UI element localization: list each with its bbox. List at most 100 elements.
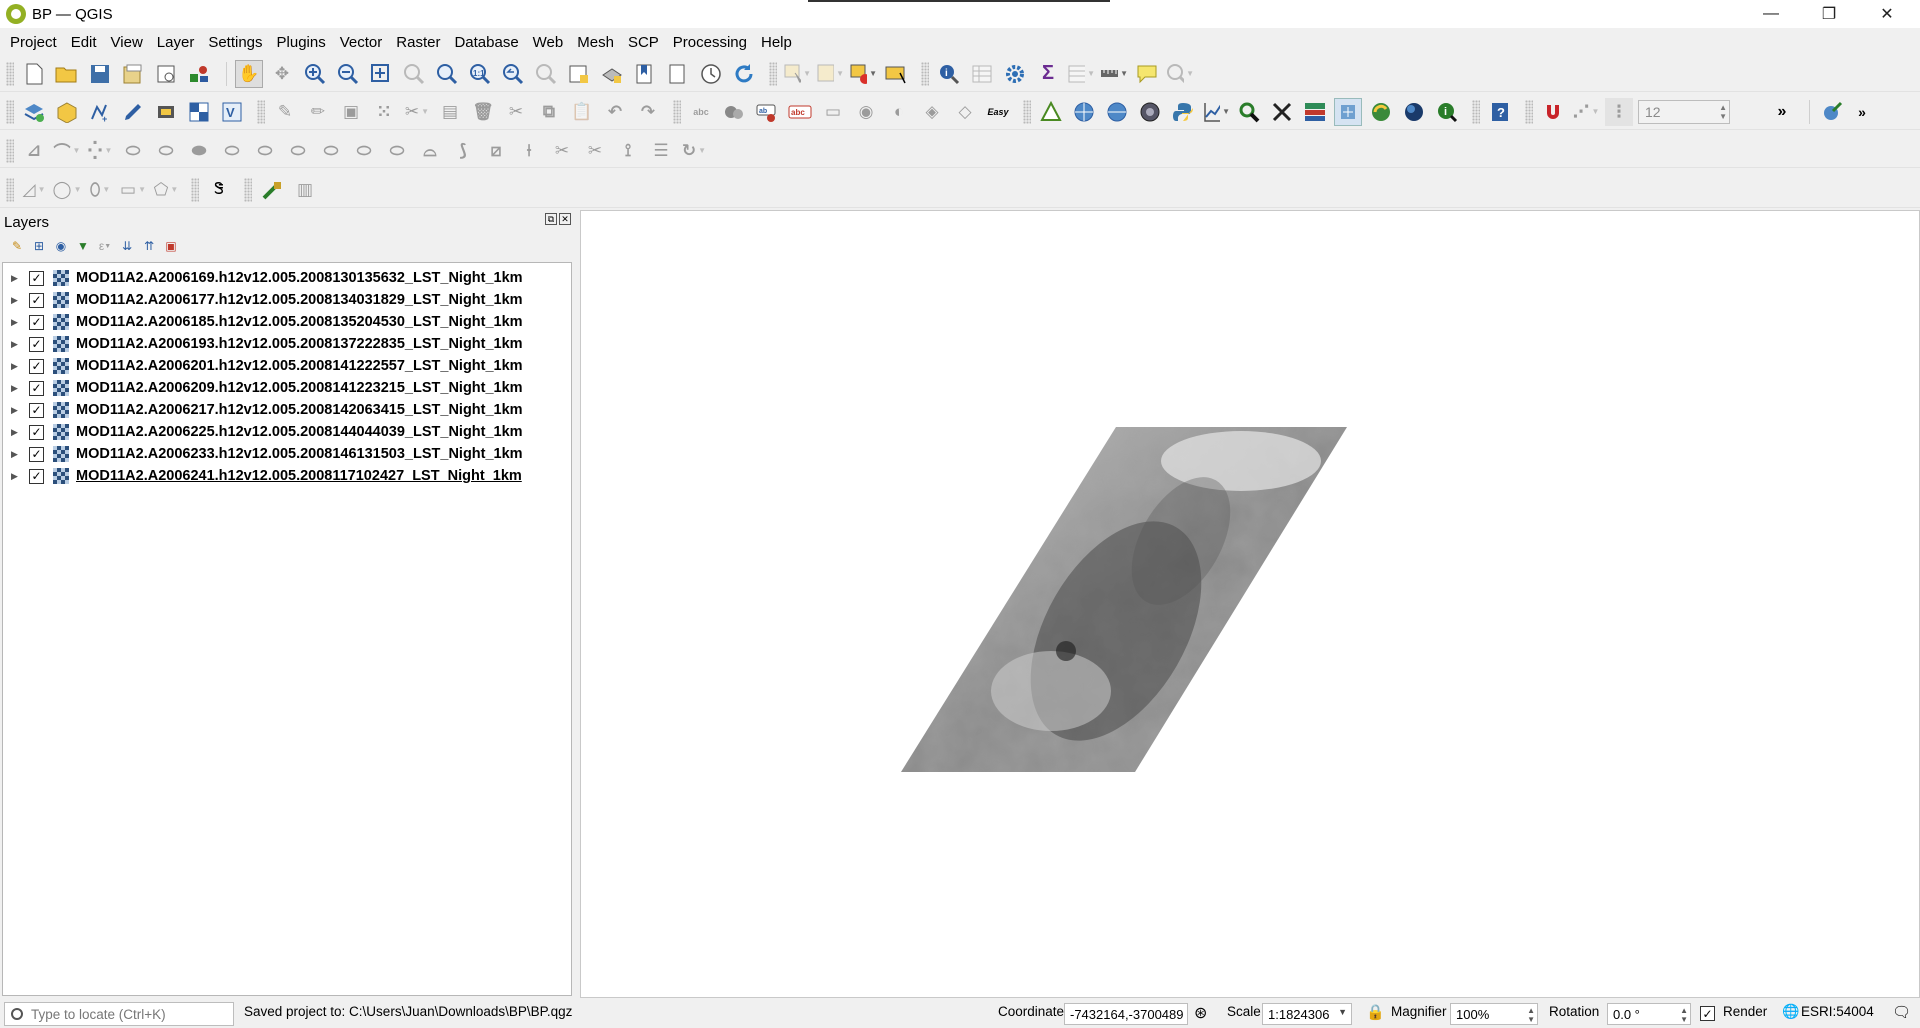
vertex-tool-icon[interactable]: ✂ ▼ [403, 98, 431, 126]
cut-features-icon[interactable]: ✂ [502, 98, 530, 126]
scp-settings-tools-icon[interactable] [258, 176, 286, 204]
simplify-feature-icon[interactable]: ⬭ [251, 137, 279, 165]
fill-ring-icon[interactable]: ⬭ [317, 137, 345, 165]
layer-visibility-checkbox[interactable]: ✓ [29, 468, 44, 484]
menu-raster[interactable]: Raster [389, 34, 447, 51]
rotate-label-icon[interactable]: ◐ [885, 98, 913, 126]
scp-tools-icon[interactable] [1268, 98, 1296, 126]
processing-toolbox-icon[interactable] [1001, 60, 1029, 88]
rotation-spinbox[interactable]: 0.0 ° ▲ ▼ [1607, 1003, 1691, 1025]
add-part-icon[interactable]: ⬭ [284, 137, 312, 165]
scale-feature-icon[interactable]: ⬭ [218, 137, 246, 165]
open-table-dropdown-icon[interactable]: ▼ [1067, 60, 1095, 88]
remove-layer-icon[interactable]: ▣ [162, 237, 180, 255]
merge-attributes-icon[interactable]: ✂ [581, 137, 609, 165]
label-toolbar-icon[interactable]: abc [687, 98, 715, 126]
zoom-last-icon[interactable] [499, 60, 527, 88]
scp-sync-icon[interactable] [1367, 98, 1395, 126]
expand-arrow-icon[interactable]: ▶ [11, 471, 23, 482]
scp-info-icon[interactable]: i [1433, 98, 1461, 126]
layer-visibility-checkbox[interactable]: ✓ [29, 402, 44, 418]
snapping-tolerance-spinbox[interactable]: 12 ▲ ▼ [1638, 99, 1730, 124]
add-feature-icon[interactable]: ⁙ [370, 98, 398, 126]
expand-all-icon[interactable]: ⇊ [118, 237, 136, 255]
scp-band-set-icon[interactable] [1301, 98, 1329, 126]
measure-line-icon[interactable]: ▼ [1100, 60, 1128, 88]
layer-row[interactable]: ▶ ✓ MOD11A2.A2006241.h12v12.005.2008117102… [3, 465, 569, 487]
help-icon[interactable]: ? [1486, 98, 1514, 126]
redo-icon[interactable]: ↷ [634, 98, 662, 126]
collapse-all-icon[interactable]: ⇈ [140, 237, 158, 255]
layer-row[interactable]: ▶ ✓ MOD11A2.A2006209.h12v12.005.2008141223… [3, 377, 569, 399]
text-cursor-tool-icon[interactable]: Ꮥ [205, 176, 233, 204]
scp-preview-icon[interactable] [1334, 97, 1362, 126]
manage-map-themes-icon[interactable]: ◉ [52, 237, 70, 255]
menu-scp[interactable]: SCP [621, 34, 666, 51]
modify-attributes-icon[interactable]: ▤ [436, 98, 464, 126]
deselect-features-icon[interactable]: ▼ [849, 60, 877, 88]
menu-processing[interactable]: Processing [666, 34, 754, 51]
zoom-to-selection-icon[interactable] [400, 60, 428, 88]
coordinate-field[interactable]: -7432164,-3700489 [1064, 1003, 1188, 1025]
locator-search-icon[interactable]: ▼ [1166, 60, 1194, 88]
layer-labeling-options-icon[interactable] [720, 98, 748, 126]
shape-digitize-icon[interactable]: ◿ ▼ [20, 176, 48, 204]
zoom-out-icon[interactable] [334, 60, 362, 88]
add-rectangle-icon[interactable]: ▭ ▼ [119, 176, 147, 204]
zoom-to-layer-icon[interactable] [433, 60, 461, 88]
layer-styling-brush-icon[interactable]: ✎ [8, 237, 26, 255]
delete-selected-icon[interactable]: 🗑 [469, 98, 497, 126]
minimize-button[interactable]: — [1742, 0, 1800, 28]
menu-mesh[interactable]: Mesh [570, 34, 621, 51]
new-map-view-icon[interactable] [565, 60, 593, 88]
layer-visibility-checkbox[interactable]: ✓ [29, 270, 44, 286]
merge-features-icon[interactable]: ✂ [548, 137, 576, 165]
split-features-icon[interactable]: ⧄ [482, 137, 510, 165]
menu-plugins[interactable]: Plugins [270, 34, 333, 51]
messages-icon[interactable]: 🗨 [1892, 1003, 1911, 1021]
rotate-symbols-icon[interactable]: ⟟ [614, 137, 642, 165]
reverse-line-icon[interactable]: ↻ ▼ [680, 137, 708, 165]
new-3d-view-icon[interactable] [598, 60, 626, 88]
select-by-value-icon[interactable]: ▼ [816, 60, 844, 88]
add-virtual-raster-icon[interactable]: V [218, 98, 246, 126]
change-label-icon[interactable]: ◈ [918, 98, 946, 126]
add-ellipse-icon[interactable]: ⬯ ▼ [86, 176, 114, 204]
attribute-table-icon[interactable] [968, 60, 996, 88]
menu-help[interactable]: Help [754, 34, 799, 51]
python-console-icon[interactable] [1169, 98, 1197, 126]
save-edits-icon[interactable]: ▣ [337, 98, 365, 126]
globe-icon[interactable] [1400, 98, 1428, 126]
expand-arrow-icon[interactable]: ▶ [11, 361, 23, 372]
maximize-button[interactable]: ❐ [1800, 0, 1858, 28]
lock-scale-icon[interactable]: 🔒 [1366, 1003, 1385, 1021]
map-tips-icon[interactable] [1133, 60, 1161, 88]
layer-row[interactable]: ▶ ✓ MOD11A2.A2006177.h12v12.005.2008134031… [3, 289, 569, 311]
expand-arrow-icon[interactable]: ▶ [11, 339, 23, 350]
layer-visibility-checkbox[interactable]: ✓ [29, 424, 44, 440]
menu-project[interactable]: Project [3, 34, 64, 51]
highlight-pinned-labels-icon[interactable]: abc [786, 98, 814, 126]
layer-visibility-checkbox[interactable]: ✓ [29, 314, 44, 330]
snapping-magnet-icon[interactable] [1539, 98, 1567, 126]
snapping-mode-icon[interactable]: ⋰ ▼ [1572, 98, 1600, 126]
locator-search-input[interactable]: Type to locate (Ctrl+K) [4, 1002, 234, 1026]
crs-label[interactable]: ESRI:54004 [1801, 1004, 1874, 1019]
add-ring-icon[interactable]: ⁛ ▼ [86, 137, 114, 165]
select-location-icon[interactable] [882, 60, 910, 88]
toolbar-overflow-chevron-2-icon[interactable]: » [1851, 98, 1873, 126]
identify-features-icon[interactable]: i [935, 60, 963, 88]
add-regular-polygon-icon[interactable]: ⬠ ▼ [152, 176, 180, 204]
layer-visibility-checkbox[interactable]: ✓ [29, 292, 44, 308]
new-bookmark-icon[interactable] [631, 60, 659, 88]
close-panel-icon[interactable]: ✕ [559, 213, 571, 225]
expand-arrow-icon[interactable]: ▶ [11, 427, 23, 438]
select-features-icon[interactable]: ▼ [783, 60, 811, 88]
zoom-in-icon[interactable] [301, 60, 329, 88]
menu-database[interactable]: Database [447, 34, 525, 51]
toggle-extents-icon[interactable]: ⊛ [1194, 1003, 1207, 1023]
crs-globe-icon[interactable]: 🌐 [1782, 1003, 1799, 1020]
new-geopackage-icon[interactable] [53, 98, 81, 126]
statistics-sigma-icon[interactable]: Σ [1034, 60, 1062, 88]
offset-curve-icon[interactable]: ⟆ [449, 137, 477, 165]
